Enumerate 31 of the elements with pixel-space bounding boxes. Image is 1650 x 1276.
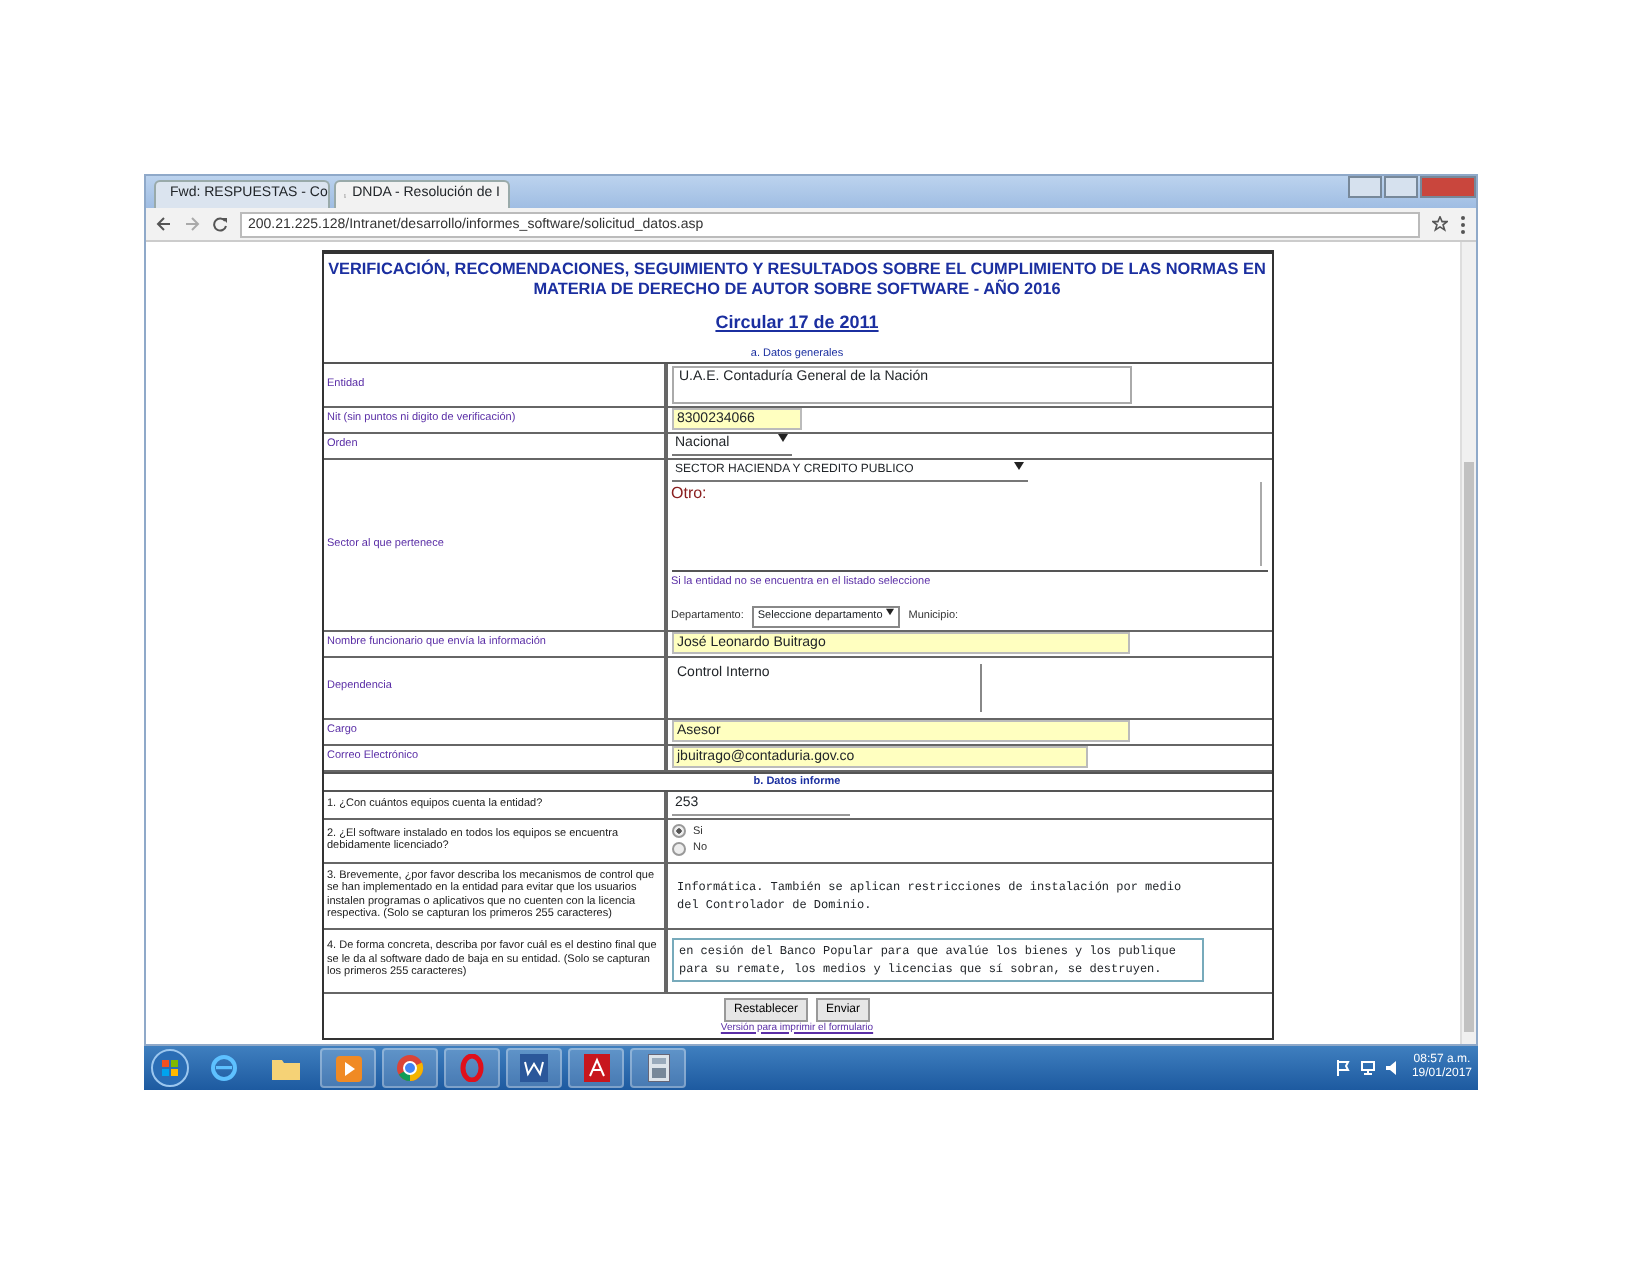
calculator-icon [647,1054,669,1082]
play-icon [335,1055,361,1081]
menu-icon[interactable] [1460,215,1466,233]
folder-icon [272,1056,300,1080]
back-icon[interactable] [156,216,172,232]
scrollbar[interactable] [1460,242,1476,1044]
caret-icon [886,608,895,617]
minimize-button[interactable] [1348,176,1382,198]
network-icon[interactable] [1359,1060,1376,1076]
form-title: VERIFICACIÓN, RECOMENDACIONES, SEGUIMIENTO Y RESULTADOS SOBRE EL CUMPLIMIENTO DE LAS NORMAS EN MATERIA DE DERECHO DE AUTOR SOBRE SOFTWARE - AÑO 2016 [326,257,1268,300]
pdf-icon [583,1054,609,1082]
taskbar-app[interactable] [568,1048,624,1088]
other-label: Otro: [671,481,707,505]
taskbar-app[interactable] [382,1048,438,1088]
star-icon[interactable] [1432,216,1448,232]
taskbar-app[interactable] [506,1048,562,1088]
maximize-button[interactable] [1384,176,1418,198]
flag-icon[interactable] [1335,1060,1350,1076]
start-button[interactable] [150,1048,190,1088]
radio-button[interactable] [671,841,685,856]
radio-button[interactable] [671,824,685,839]
taskbar-app[interactable] [630,1048,686,1088]
reload-icon[interactable] [212,216,228,232]
browser-icon [396,1054,424,1082]
speaker-icon[interactable] [1385,1060,1402,1076]
circular-link[interactable]: Circular 17 de 2011 [715,310,879,337]
caret-icon [1013,461,1023,469]
globe-e-icon [210,1054,238,1082]
taskbar-app[interactable] [320,1048,376,1088]
ring-icon [460,1054,484,1082]
document-icon [520,1054,548,1082]
